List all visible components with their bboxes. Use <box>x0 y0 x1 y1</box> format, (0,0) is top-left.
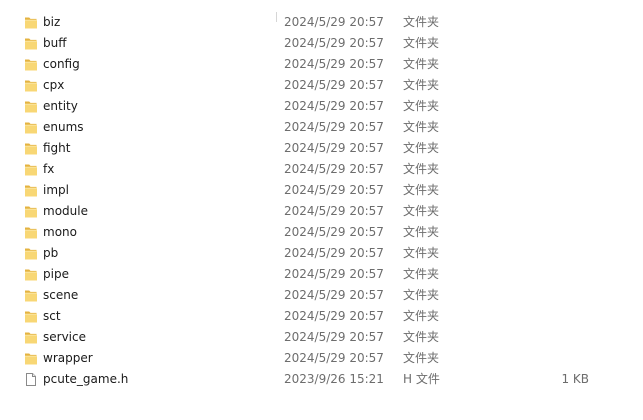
file-row-config[interactable]: config 2024/5/29 20:57 文件夹 <box>0 54 643 75</box>
file-type: 文件夹 <box>403 162 440 176</box>
file-type: 文件夹 <box>403 309 440 323</box>
file-row-service[interactable]: service 2024/5/29 20:57 文件夹 <box>0 327 643 348</box>
folder-icon <box>24 351 38 366</box>
file-row-buff[interactable]: buff 2024/5/29 20:57 文件夹 <box>0 33 643 54</box>
file-name: scene <box>43 288 79 302</box>
folder-icon <box>24 225 38 240</box>
folder-icon <box>24 120 38 135</box>
file-row-cpx[interactable]: cpx 2024/5/29 20:57 文件夹 <box>0 75 643 96</box>
folder-icon <box>24 309 38 324</box>
modified-date: 2024/5/29 20:57 <box>284 162 384 176</box>
column-divider[interactable] <box>276 12 277 22</box>
file-type: 文件夹 <box>403 204 440 218</box>
file-row-fx[interactable]: fx 2024/5/29 20:57 文件夹 <box>0 159 643 180</box>
folder-icon <box>24 57 38 72</box>
file-type: 文件夹 <box>403 330 440 344</box>
modified-date: 2024/5/29 20:57 <box>284 204 384 218</box>
file-row-impl[interactable]: impl 2024/5/29 20:57 文件夹 <box>0 180 643 201</box>
file-type: 文件夹 <box>403 15 440 29</box>
folder-icon <box>24 141 38 156</box>
file-row-pipe[interactable]: pipe 2024/5/29 20:57 文件夹 <box>0 264 643 285</box>
file-row-fight[interactable]: fight 2024/5/29 20:57 文件夹 <box>0 138 643 159</box>
modified-date: 2024/5/29 20:57 <box>284 141 384 155</box>
file-icon <box>24 372 38 387</box>
folder-icon <box>24 330 38 345</box>
modified-date: 2024/5/29 20:57 <box>284 267 384 281</box>
file-size: 1 KB <box>561 372 589 386</box>
modified-date: 2024/5/29 20:57 <box>284 99 384 113</box>
modified-date: 2024/5/29 20:57 <box>284 309 384 323</box>
file-name: biz <box>43 15 61 29</box>
folder-icon <box>24 162 38 177</box>
modified-date: 2024/5/29 20:57 <box>284 183 384 197</box>
file-type: 文件夹 <box>403 246 440 260</box>
file-type: 文件夹 <box>403 36 440 50</box>
modified-date: 2024/5/29 20:57 <box>284 78 384 92</box>
file-name: pipe <box>43 267 69 281</box>
modified-date: 2024/5/29 20:57 <box>284 36 384 50</box>
file-name: fight <box>43 141 71 155</box>
file-name: mono <box>43 225 77 239</box>
modified-date: 2024/5/29 20:57 <box>284 351 384 365</box>
file-name: service <box>43 330 86 344</box>
file-type: 文件夹 <box>403 267 440 281</box>
file-name: impl <box>43 183 69 197</box>
folder-icon <box>24 267 38 282</box>
folder-icon <box>24 36 38 51</box>
file-row-entity[interactable]: entity 2024/5/29 20:57 文件夹 <box>0 96 643 117</box>
folder-icon <box>24 204 38 219</box>
file-row-scene[interactable]: scene 2024/5/29 20:57 文件夹 <box>0 285 643 306</box>
file-row-enums[interactable]: enums 2024/5/29 20:57 文件夹 <box>0 117 643 138</box>
modified-date: 2024/5/29 20:57 <box>284 225 384 239</box>
file-type: 文件夹 <box>403 141 440 155</box>
folder-icon <box>24 246 38 261</box>
file-type: 文件夹 <box>403 120 440 134</box>
file-row-pcute-game-h[interactable]: pcute_game.h 2023/9/26 15:21 H 文件 1 KB <box>0 369 643 390</box>
file-name: enums <box>43 120 84 134</box>
file-type: 文件夹 <box>403 183 440 197</box>
file-type: 文件夹 <box>403 99 440 113</box>
folder-icon <box>24 15 38 30</box>
file-row-sct[interactable]: sct 2024/5/29 20:57 文件夹 <box>0 306 643 327</box>
file-row-module[interactable]: module 2024/5/29 20:57 文件夹 <box>0 201 643 222</box>
file-type: 文件夹 <box>403 57 440 71</box>
file-type: 文件夹 <box>403 288 440 302</box>
file-type: 文件夹 <box>403 78 440 92</box>
file-name: wrapper <box>43 351 93 365</box>
file-row-mono[interactable]: mono 2024/5/29 20:57 文件夹 <box>0 222 643 243</box>
modified-date: 2024/5/29 20:57 <box>284 57 384 71</box>
modified-date: 2024/5/29 20:57 <box>284 246 384 260</box>
file-type: 文件夹 <box>403 351 440 365</box>
file-row-biz[interactable]: biz 2024/5/29 20:57 文件夹 <box>0 12 643 33</box>
modified-date: 2024/5/29 20:57 <box>284 288 384 302</box>
file-list: biz 2024/5/29 20:57 文件夹 buff 2024/5/29 2… <box>0 12 643 390</box>
folder-icon <box>24 78 38 93</box>
file-type: 文件夹 <box>403 225 440 239</box>
folder-icon <box>24 99 38 114</box>
file-name: pb <box>43 246 59 260</box>
file-name: module <box>43 204 88 218</box>
folder-icon <box>24 288 38 303</box>
file-name: fx <box>43 162 55 176</box>
file-name: entity <box>43 99 78 113</box>
file-row-pb[interactable]: pb 2024/5/29 20:57 文件夹 <box>0 243 643 264</box>
file-type: H 文件 <box>403 372 440 386</box>
file-name: config <box>43 57 80 71</box>
modified-date: 2024/5/29 20:57 <box>284 330 384 344</box>
modified-date: 2023/9/26 15:21 <box>284 372 384 386</box>
file-row-wrapper[interactable]: wrapper 2024/5/29 20:57 文件夹 <box>0 348 643 369</box>
file-name: buff <box>43 36 67 50</box>
file-name: cpx <box>43 78 65 92</box>
file-name: pcute_game.h <box>43 372 129 386</box>
modified-date: 2024/5/29 20:57 <box>284 120 384 134</box>
folder-icon <box>24 183 38 198</box>
file-name: sct <box>43 309 61 323</box>
modified-date: 2024/5/29 20:57 <box>284 15 384 29</box>
